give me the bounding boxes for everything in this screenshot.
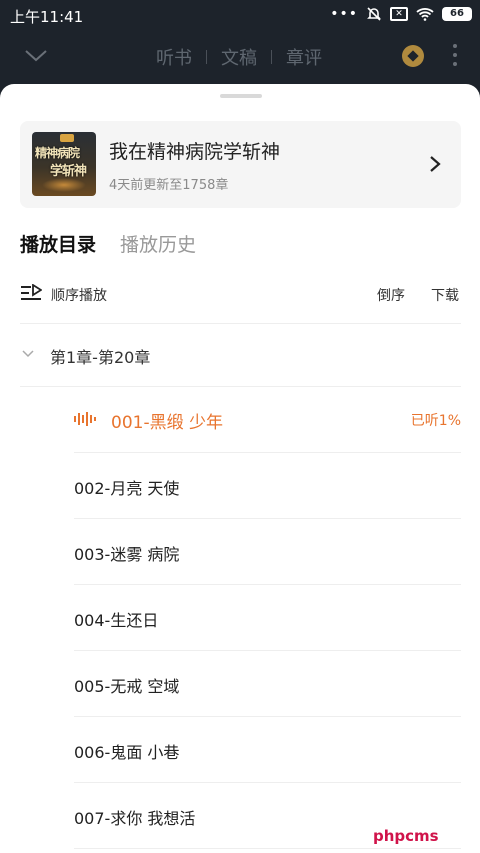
cover-art-glow [42, 178, 86, 192]
wifi-icon [416, 8, 434, 21]
chapter-title: 002-月亮 天使 [74, 479, 180, 498]
book-cover: 精神病院 学斩神 [32, 132, 96, 196]
status-time: 上午11:41 [10, 8, 84, 26]
chapter-group-label: 第1章-第20章 [50, 348, 151, 367]
divider [20, 323, 461, 324]
status-icons: ••• ✕ 66 [330, 6, 472, 22]
sequential-play-icon[interactable] [20, 284, 42, 302]
chapter-group-header[interactable]: 第1章-第20章 [20, 340, 461, 370]
chapter-item[interactable]: 002-月亮 天使 [74, 453, 461, 519]
player-tabs: 听书 文稿 章评 [156, 44, 322, 70]
chapter-title: 006-鬼面 小巷 [74, 743, 180, 762]
drag-handle[interactable] [220, 94, 262, 98]
book-card[interactable]: 精神病院 学斩神 我在精神病院学斩神 4天前更新至1758章 [20, 121, 461, 208]
coin-icon[interactable] [402, 45, 424, 67]
chevron-down-icon [22, 350, 34, 358]
collapse-chevron-icon[interactable] [24, 44, 48, 68]
book-title: 我在精神病院学斩神 [109, 141, 281, 163]
sound-wave-icon [74, 412, 96, 426]
status-bar: 上午11:41 ••• ✕ 66 [0, 0, 480, 32]
tab-history[interactable]: 播放历史 [120, 230, 196, 257]
chapter-item[interactable]: 005-无戒 空域 [74, 651, 461, 717]
chapter-title: 004-生还日 [74, 611, 159, 630]
playlist-tabs: 播放目录 播放历史 [20, 230, 196, 257]
chapter-title: 001-黑缎 少年 [111, 413, 223, 433]
more-dots-icon: ••• [330, 6, 358, 22]
chapter-item[interactable]: 006-鬼面 小巷 [74, 717, 461, 783]
download-button[interactable]: 下载 [431, 285, 459, 305]
cover-title-line-2: 学斩神 [50, 164, 87, 179]
more-vert-icon[interactable] [448, 44, 462, 70]
chapter-title: 003-迷雾 病院 [74, 545, 180, 564]
chapter-title: 007-求你 我想活 [74, 809, 196, 828]
chapter-item[interactable]: 003-迷雾 病院 [74, 519, 461, 585]
tab-separator [271, 50, 272, 64]
sequential-play-button[interactable]: 顺序播放 [51, 285, 107, 305]
chapter-progress: 已听1% [410, 413, 461, 429]
tab-comments[interactable]: 章评 [286, 44, 322, 70]
tab-listen[interactable]: 听书 [156, 44, 192, 70]
battery-icon: 66 [442, 7, 472, 21]
tab-separator [206, 50, 207, 64]
cover-title-line-1: 精神病院 [35, 146, 80, 160]
cover-badge [60, 134, 74, 142]
chevron-right-icon [430, 156, 441, 172]
chapter-item[interactable]: 004-生还日 [74, 585, 461, 651]
sim-icon: ✕ [390, 7, 408, 21]
playlist-toolbar: 顺序播放 倒序 下载 [20, 283, 461, 307]
watermark: phpcms [373, 827, 439, 845]
chapter-title: 005-无戒 空域 [74, 677, 180, 696]
mute-bell-icon [367, 7, 381, 21]
tab-transcript[interactable]: 文稿 [221, 44, 257, 70]
chapter-item-playing[interactable]: 001-黑缎 少年 已听1% [74, 387, 461, 453]
reverse-order-button[interactable]: 倒序 [377, 285, 405, 305]
tab-playlist[interactable]: 播放目录 [20, 230, 96, 257]
playlist-sheet: 精神病院 学斩神 我在精神病院学斩神 4天前更新至1758章 播放目录 播放历史… [0, 84, 480, 853]
player-top-nav: 听书 文稿 章评 [0, 32, 480, 84]
book-update-info: 4天前更新至1758章 [109, 178, 229, 193]
